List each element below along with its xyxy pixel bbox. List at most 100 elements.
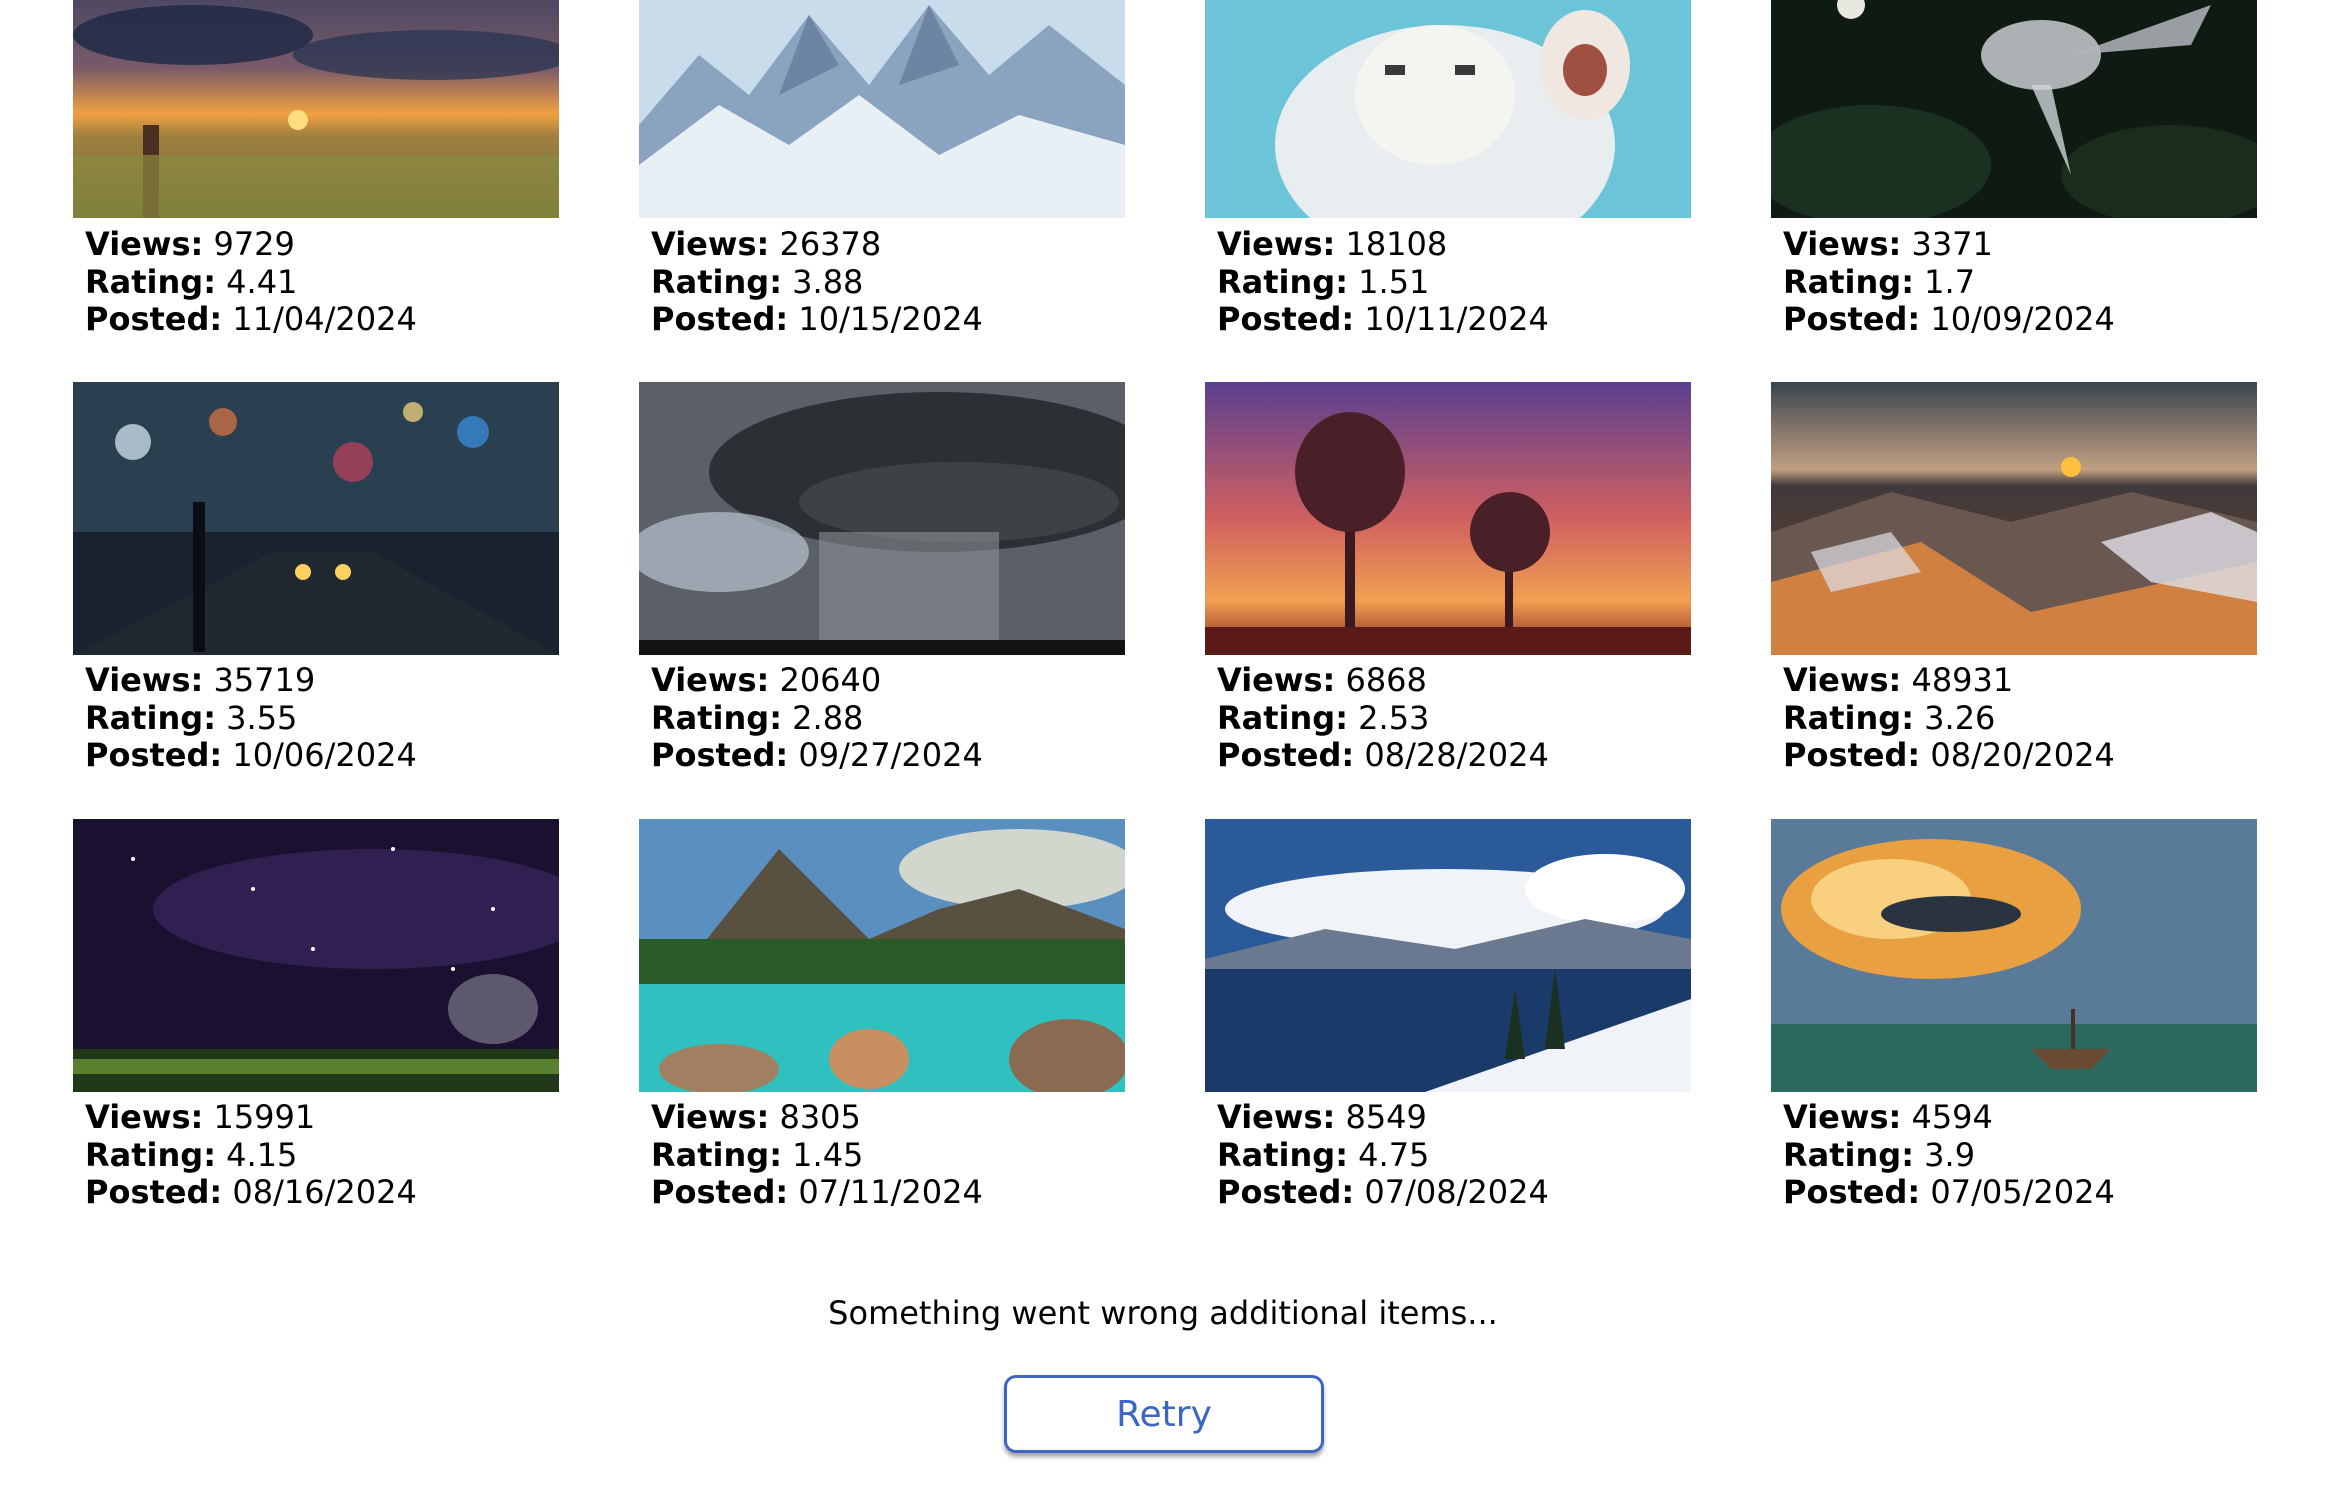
rating-label: Rating:	[1217, 1135, 1348, 1174]
posted-value: 10/06/2024	[232, 736, 417, 774]
posted-value: 11/04/2024	[232, 300, 417, 338]
rating-label: Rating:	[1783, 698, 1914, 737]
rating-value: 3.55	[226, 698, 298, 737]
wallpaper-thumbnail[interactable]	[1771, 0, 2257, 218]
wallpaper-card[interactable]: Views: 8305 Rating: 1.45 Posted: 07/11/2…	[639, 819, 1125, 1256]
rating-value: 3.26	[1924, 698, 1996, 737]
views-value: 4594	[1911, 1098, 1993, 1136]
rating-value: 4.15	[226, 1135, 298, 1174]
rating-label: Rating:	[85, 262, 216, 301]
posted-value: 10/11/2024	[1364, 300, 1549, 338]
posted-value: 10/15/2024	[798, 300, 983, 338]
posted-value: 08/28/2024	[1364, 736, 1549, 774]
wallpaper-meta: Views: 35719 Rating: 3.55 Posted: 10/06/…	[85, 661, 417, 775]
wallpaper-thumbnail[interactable]	[1771, 382, 2257, 655]
views-value: 6868	[1345, 661, 1427, 699]
posted-value: 07/08/2024	[1364, 1173, 1549, 1211]
wallpaper-thumbnail[interactable]	[1205, 0, 1691, 218]
rating-label: Rating:	[1217, 262, 1348, 301]
posted-label: Posted:	[85, 1173, 223, 1211]
wallpaper-thumbnail[interactable]	[1771, 819, 2257, 1092]
rating-value: 4.41	[226, 262, 298, 301]
rating-label: Rating:	[651, 262, 782, 301]
wallpaper-card[interactable]: Views: 20640 Rating: 2.88 Posted: 09/27/…	[639, 382, 1125, 819]
posted-label: Posted:	[1217, 736, 1355, 774]
posted-label: Posted:	[1217, 1173, 1355, 1211]
views-value: 8305	[779, 1098, 861, 1136]
views-value: 20640	[779, 661, 882, 699]
views-label: Views:	[1783, 1098, 1902, 1136]
wallpaper-meta: Views: 6868 Rating: 2.53 Posted: 08/28/2…	[1217, 661, 1549, 775]
wallpaper-thumbnail[interactable]	[639, 819, 1125, 1092]
rating-label: Rating:	[85, 1135, 216, 1174]
posted-value: 08/20/2024	[1930, 736, 2115, 774]
rating-label: Rating:	[1217, 698, 1348, 737]
rating-label: Rating:	[651, 1135, 782, 1174]
wallpaper-card[interactable]: Views: 6868 Rating: 2.53 Posted: 08/28/2…	[1205, 382, 1691, 819]
rating-label: Rating:	[1783, 262, 1914, 301]
wallpaper-thumbnail[interactable]	[639, 0, 1125, 218]
views-value: 8549	[1345, 1098, 1427, 1136]
wallpaper-thumbnail[interactable]	[73, 819, 559, 1092]
views-value: 35719	[213, 661, 316, 699]
posted-value: 10/09/2024	[1930, 300, 2115, 338]
posted-value: 07/05/2024	[1930, 1173, 2115, 1211]
wallpaper-card[interactable]: Views: 48931 Rating: 3.26 Posted: 08/20/…	[1771, 382, 2257, 819]
wallpaper-meta: Views: 15991 Rating: 4.15 Posted: 08/16/…	[85, 1098, 417, 1212]
wallpaper-meta: Views: 48931 Rating: 3.26 Posted: 08/20/…	[1783, 661, 2115, 775]
posted-label: Posted:	[1783, 300, 1921, 338]
views-label: Views:	[1783, 225, 1902, 263]
wallpaper-card[interactable]: Views: 18108 Rating: 1.51 Posted: 10/11/…	[1205, 0, 1691, 382]
wallpaper-card[interactable]: Views: 8549 Rating: 4.75 Posted: 07/08/2…	[1205, 819, 1691, 1256]
views-label: Views:	[85, 225, 204, 263]
rating-label: Rating:	[651, 698, 782, 737]
posted-label: Posted:	[651, 300, 789, 338]
wallpaper-grid: Views: 9729 Rating: 4.41 Posted: 11/04/2…	[73, 0, 2257, 1256]
views-label: Views:	[1783, 661, 1902, 699]
posted-label: Posted:	[1783, 736, 1921, 774]
wallpaper-thumbnail[interactable]	[1205, 382, 1691, 655]
rating-value: 1.7	[1924, 262, 1976, 301]
rating-value: 3.9	[1924, 1135, 1976, 1174]
views-label: Views:	[85, 1098, 204, 1136]
posted-label: Posted:	[85, 736, 223, 774]
rating-value: 2.88	[792, 698, 864, 737]
wallpaper-meta: Views: 3371 Rating: 1.7 Posted: 10/09/20…	[1783, 225, 2115, 339]
wallpaper-thumbnail[interactable]	[639, 382, 1125, 655]
posted-value: 09/27/2024	[798, 736, 983, 774]
views-value: 15991	[213, 1098, 316, 1136]
views-label: Views:	[1217, 225, 1336, 263]
wallpaper-meta: Views: 26378 Rating: 3.88 Posted: 10/15/…	[651, 225, 983, 339]
rating-value: 4.75	[1358, 1135, 1430, 1174]
wallpaper-meta: Views: 18108 Rating: 1.51 Posted: 10/11/…	[1217, 225, 1549, 339]
views-label: Views:	[651, 225, 770, 263]
views-value: 18108	[1345, 225, 1448, 263]
rating-label: Rating:	[85, 698, 216, 737]
wallpaper-card[interactable]: Views: 4594 Rating: 3.9 Posted: 07/05/20…	[1771, 819, 2257, 1256]
wallpaper-meta: Views: 20640 Rating: 2.88 Posted: 09/27/…	[651, 661, 983, 775]
views-value: 48931	[1911, 661, 2014, 699]
wallpaper-card[interactable]: Views: 35719 Rating: 3.55 Posted: 10/06/…	[73, 382, 559, 819]
views-label: Views:	[85, 661, 204, 699]
wallpaper-meta: Views: 8549 Rating: 4.75 Posted: 07/08/2…	[1217, 1098, 1549, 1212]
wallpaper-card[interactable]: Views: 15991 Rating: 4.15 Posted: 08/16/…	[73, 819, 559, 1256]
posted-label: Posted:	[651, 736, 789, 774]
views-value: 3371	[1911, 225, 1993, 263]
wallpaper-thumbnail[interactable]	[1205, 819, 1691, 1092]
rating-value: 1.45	[792, 1135, 864, 1174]
wallpaper-thumbnail[interactable]	[73, 382, 559, 655]
views-label: Views:	[1217, 661, 1336, 699]
posted-label: Posted:	[85, 300, 223, 338]
wallpaper-card[interactable]: Views: 26378 Rating: 3.88 Posted: 10/15/…	[639, 0, 1125, 382]
posted-label: Posted:	[651, 1173, 789, 1211]
retry-button[interactable]: Retry	[1004, 1375, 1324, 1453]
rating-value: 2.53	[1358, 698, 1430, 737]
views-label: Views:	[1217, 1098, 1336, 1136]
wallpaper-meta: Views: 9729 Rating: 4.41 Posted: 11/04/2…	[85, 225, 417, 339]
wallpaper-card[interactable]: Views: 9729 Rating: 4.41 Posted: 11/04/2…	[73, 0, 559, 382]
views-label: Views:	[651, 1098, 770, 1136]
wallpaper-card[interactable]: Views: 3371 Rating: 1.7 Posted: 10/09/20…	[1771, 0, 2257, 382]
posted-value: 08/16/2024	[232, 1173, 417, 1211]
wallpaper-thumbnail[interactable]	[73, 0, 559, 218]
views-label: Views:	[651, 661, 770, 699]
